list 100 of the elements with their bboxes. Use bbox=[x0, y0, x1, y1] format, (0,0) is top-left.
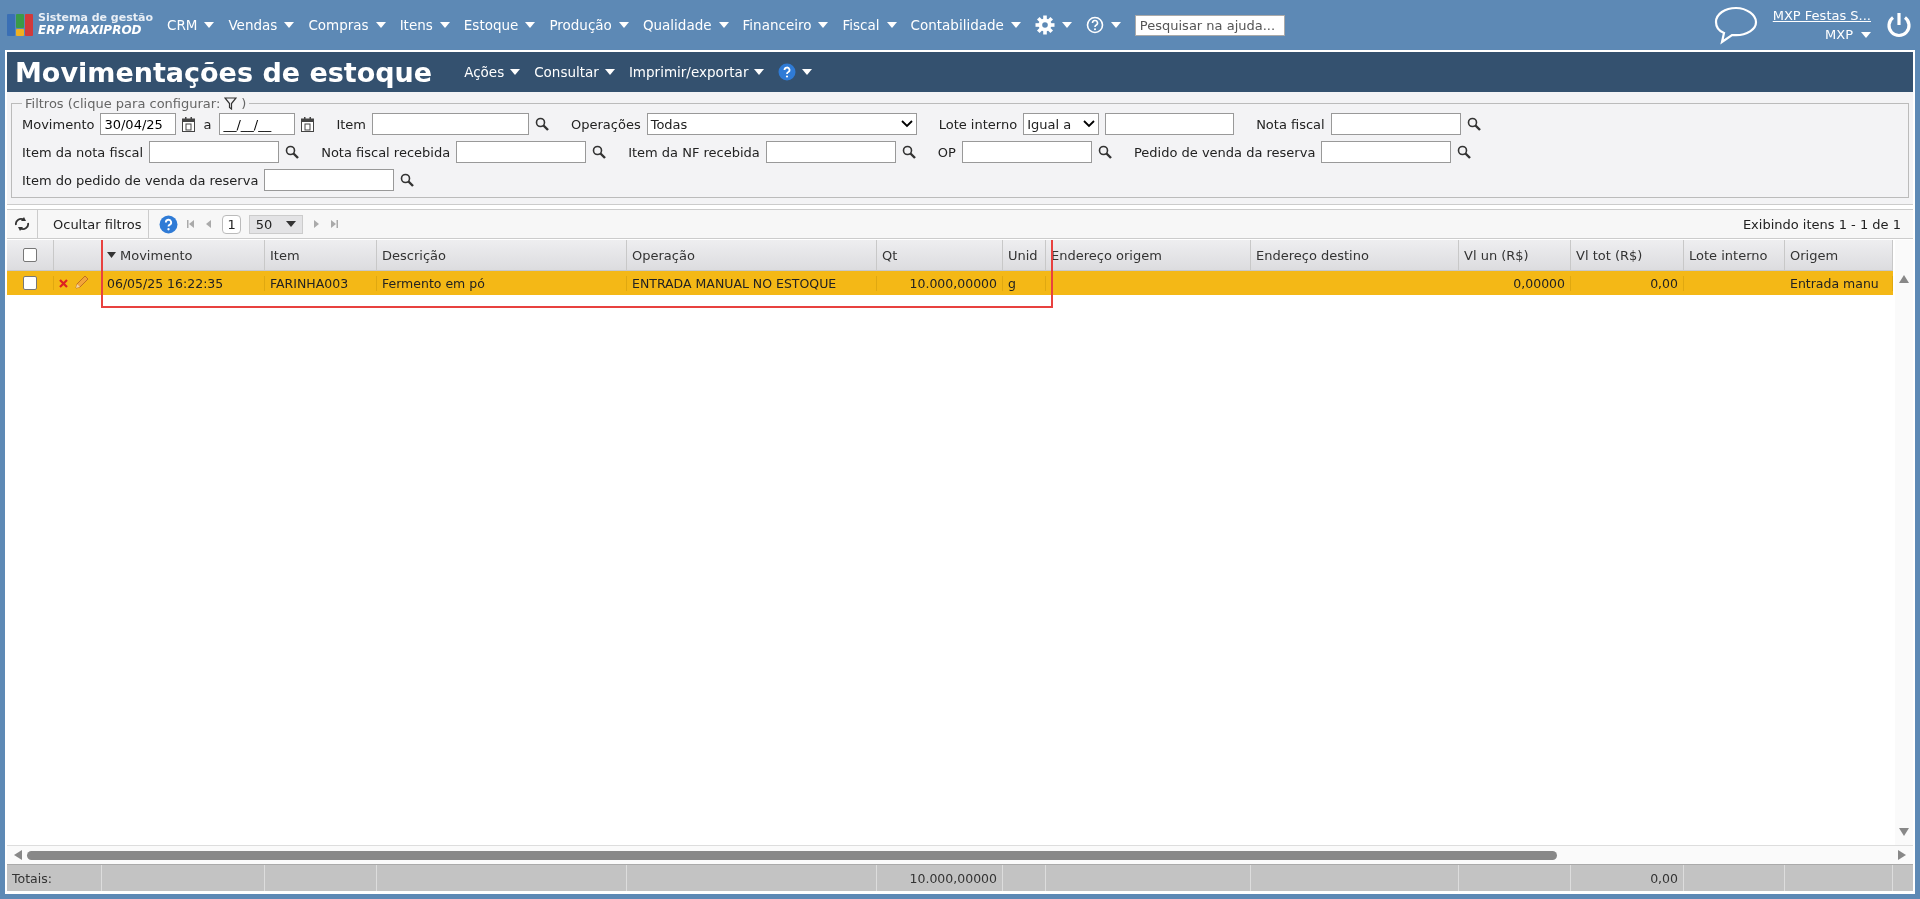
caret-icon bbox=[604, 69, 615, 75]
scroll-down-icon[interactable] bbox=[1898, 827, 1910, 837]
vertical-scrollbar[interactable] bbox=[1895, 240, 1913, 845]
lookup-field[interactable] bbox=[264, 169, 395, 191]
filter-icon[interactable] bbox=[224, 97, 238, 110]
search-icon[interactable] bbox=[1466, 117, 1481, 131]
compare-dropdown[interactable]: Igual a bbox=[1023, 113, 1100, 135]
table-cell: Fermento em pó bbox=[382, 275, 485, 291]
calendar-icon[interactable] bbox=[301, 116, 315, 132]
sort-desc-icon bbox=[107, 252, 116, 258]
menu-item[interactable]: Fiscal bbox=[842, 17, 880, 33]
search-icon[interactable] bbox=[285, 145, 300, 159]
logo-subtitle: Sistema de gestão bbox=[38, 12, 153, 25]
column-header[interactable]: Descrição bbox=[377, 240, 627, 270]
menu-item[interactable]: Estoque bbox=[463, 17, 519, 33]
logo-title: ERP MAXIPROD bbox=[38, 24, 143, 38]
help-search-field[interactable]: Pesquisar na ajuda... bbox=[1134, 14, 1285, 36]
lookup-field[interactable] bbox=[149, 141, 280, 163]
menu-item[interactable]: Compras bbox=[308, 17, 369, 33]
help-icon[interactable] bbox=[1085, 16, 1104, 34]
column-header[interactable]: Movimento bbox=[102, 240, 265, 270]
refresh-icon bbox=[14, 217, 30, 231]
chat-icon[interactable] bbox=[1712, 5, 1759, 45]
caret-icon bbox=[284, 22, 295, 28]
lot-field[interactable] bbox=[1105, 113, 1235, 135]
filter-label: Lote interno bbox=[938, 116, 1018, 132]
page-number-field[interactable]: 1 bbox=[222, 214, 241, 234]
lookup-field[interactable] bbox=[765, 141, 896, 163]
search-icon[interactable] bbox=[901, 145, 916, 159]
scroll-right-icon[interactable] bbox=[1897, 849, 1907, 861]
page-title: Movimentações de estoque bbox=[15, 56, 433, 88]
column-header[interactable]: Vl un (R$) bbox=[1459, 240, 1571, 270]
menu-item[interactable]: Itens bbox=[399, 17, 433, 33]
chevron-down-icon bbox=[900, 120, 913, 128]
filters-legend[interactable]: Filtros (clique para configurar: bbox=[25, 96, 221, 111]
delete-icon[interactable] bbox=[59, 278, 68, 288]
menu-item[interactable]: Qualidade bbox=[642, 17, 712, 33]
column-header[interactable]: Origem bbox=[1785, 240, 1893, 270]
scroll-up-icon[interactable] bbox=[1898, 274, 1910, 284]
date-field[interactable]: __/__/__ bbox=[219, 113, 296, 135]
search-icon[interactable] bbox=[1097, 145, 1112, 159]
horizontal-scrollbar[interactable] bbox=[7, 845, 1913, 864]
menu-item[interactable]: Contabilidade bbox=[910, 17, 1004, 33]
caret-icon bbox=[375, 22, 386, 28]
total-cell: 10.000,00000 bbox=[909, 870, 997, 886]
action-menu[interactable]: Imprimir/exportar bbox=[628, 64, 749, 80]
filter-label: Item do pedido de venda da reserva bbox=[22, 172, 259, 188]
column-header[interactable]: Operação bbox=[627, 240, 877, 270]
search-icon[interactable] bbox=[1457, 145, 1472, 159]
first-page-icon[interactable] bbox=[186, 219, 197, 229]
lookup-field[interactable] bbox=[961, 141, 1092, 163]
date-field[interactable]: 30/04/25 bbox=[100, 113, 177, 135]
column-header[interactable]: Vl tot (R$) bbox=[1571, 240, 1684, 270]
lookup-field[interactable] bbox=[1321, 141, 1452, 163]
action-menu[interactable]: Ações bbox=[464, 64, 505, 80]
page-size-dropdown[interactable]: 50 bbox=[248, 214, 303, 234]
calendar-icon[interactable] bbox=[182, 116, 196, 132]
settings-icon[interactable] bbox=[1034, 15, 1055, 35]
pencil-icon[interactable] bbox=[73, 275, 89, 291]
table-cell: 0,00000 bbox=[1513, 275, 1565, 291]
column-header[interactable]: Lote interno bbox=[1684, 240, 1785, 270]
hide-filters-button[interactable]: Ocultar filtros bbox=[46, 210, 150, 238]
column-header[interactable]: Endereço destino bbox=[1251, 240, 1459, 270]
lookup-field[interactable] bbox=[456, 141, 587, 163]
table-row[interactable]: 06/05/25 16:22:35 FARINHA003 Fermento em pó ENTRADA MANUAL NO ESTOQUE 10.000,00000 g 0,00000 0,00 Entrada manu bbox=[7, 271, 1893, 295]
column-header[interactable]: Item bbox=[265, 240, 377, 270]
chevron-down-icon bbox=[1083, 120, 1096, 128]
lookup-field[interactable] bbox=[1330, 113, 1461, 135]
lookup-field[interactable] bbox=[372, 113, 529, 135]
scroll-left-icon[interactable] bbox=[13, 849, 23, 861]
help-icon[interactable] bbox=[159, 214, 179, 234]
filter-label: Item da NF recebida bbox=[628, 144, 760, 160]
company-link[interactable]: MXP Festas S... bbox=[1772, 8, 1871, 23]
caret-icon bbox=[802, 69, 813, 75]
search-icon[interactable] bbox=[400, 173, 415, 187]
menu-item[interactable]: Produção bbox=[549, 17, 612, 33]
total-cell: 0,00 bbox=[1650, 870, 1678, 886]
operations-dropdown[interactable]: Todas bbox=[646, 113, 917, 135]
caret-icon bbox=[1010, 22, 1021, 28]
select-all-checkbox[interactable] bbox=[23, 248, 37, 262]
account-menu[interactable]: MXP bbox=[1825, 27, 1853, 42]
column-header[interactable]: Unid bbox=[1003, 240, 1046, 270]
power-icon[interactable] bbox=[1885, 11, 1913, 39]
table-cell: 10.000,00000 bbox=[909, 275, 997, 291]
table-cell: g bbox=[1008, 275, 1016, 291]
caret-icon bbox=[754, 69, 765, 75]
column-header[interactable]: Endereço origem bbox=[1046, 240, 1251, 270]
menu-item[interactable]: Financeiro bbox=[742, 17, 812, 33]
filter-label: Operações bbox=[571, 116, 641, 132]
menu-item[interactable]: CRM bbox=[166, 17, 198, 33]
last-page-icon[interactable] bbox=[328, 219, 339, 229]
action-menu[interactable]: Consultar bbox=[534, 64, 599, 80]
row-checkbox[interactable] bbox=[23, 276, 37, 290]
search-icon[interactable] bbox=[535, 117, 549, 131]
results-count: Exibindo itens 1 - 1 de 1 bbox=[1742, 216, 1901, 232]
column-header[interactable]: Qt bbox=[877, 240, 1003, 270]
search-icon[interactable] bbox=[592, 145, 607, 159]
help-icon[interactable] bbox=[778, 63, 797, 81]
menu-item[interactable]: Vendas bbox=[228, 17, 278, 33]
table-cell: 0,00 bbox=[1650, 275, 1678, 291]
